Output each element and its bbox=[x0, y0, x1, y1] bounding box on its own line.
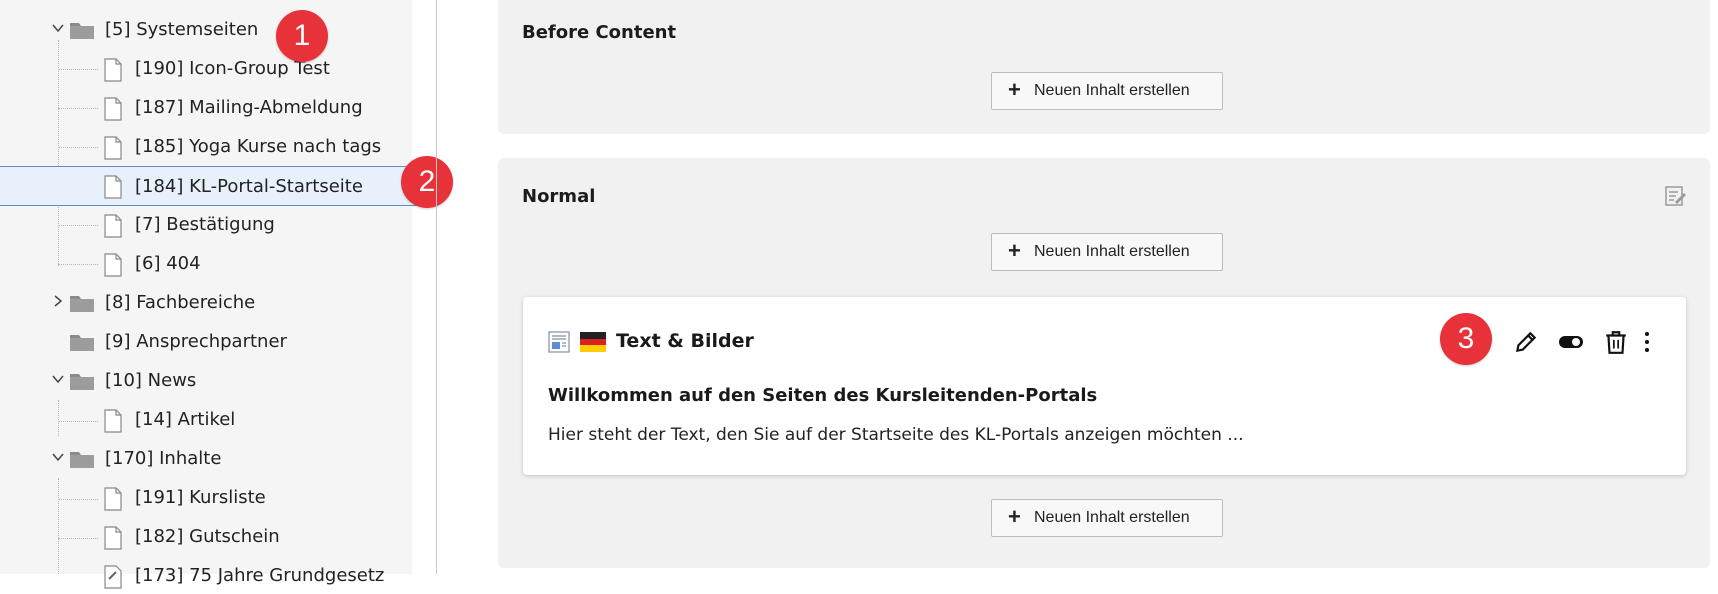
more-options-icon[interactable] bbox=[1639, 329, 1655, 355]
tree-item-label: [9] Ansprechpartner bbox=[105, 331, 287, 352]
new-content-button-bottom[interactable]: + Neuen Inhalt erstellen bbox=[991, 499, 1223, 537]
folder-icon bbox=[70, 296, 94, 312]
folder-icon bbox=[70, 23, 94, 39]
plus-icon: + bbox=[1008, 238, 1021, 263]
tree-divider bbox=[436, 0, 437, 574]
tree-item-partial[interactable] bbox=[0, 0, 436, 6]
plus-icon: + bbox=[1008, 77, 1021, 102]
tree-item-label: [5] Systemseiten bbox=[105, 19, 259, 40]
folder-icon bbox=[70, 452, 94, 468]
page-icon bbox=[104, 214, 122, 238]
annotation-badge-3: 3 bbox=[1440, 313, 1492, 365]
tree-item-label: [173] 75 Jahre Grundgesetz bbox=[135, 565, 385, 586]
chevron-down-icon[interactable] bbox=[52, 451, 64, 463]
tree-item-label: [182] Gutschein bbox=[135, 526, 280, 547]
tree-item-label: [170] Inhalte bbox=[105, 448, 222, 469]
edit-column-icon[interactable] bbox=[1664, 184, 1688, 208]
button-label: Neuen Inhalt erstellen bbox=[1034, 243, 1190, 260]
element-type-label: Text & Bilder bbox=[616, 330, 754, 352]
pencil-icon[interactable] bbox=[1513, 329, 1539, 355]
page-icon bbox=[104, 136, 122, 160]
page-icon bbox=[104, 58, 122, 82]
new-content-button-top[interactable]: + Neuen Inhalt erstellen bbox=[991, 233, 1223, 271]
chevron-down-icon[interactable] bbox=[52, 373, 64, 385]
trash-icon[interactable] bbox=[1603, 329, 1629, 355]
toggle-visibility-icon[interactable] bbox=[1558, 329, 1584, 355]
button-label: Neuen Inhalt erstellen bbox=[1034, 82, 1190, 99]
folder-icon bbox=[70, 374, 94, 390]
tree-item-bestaetigung[interactable]: [7] Bestätigung bbox=[0, 207, 436, 243]
tree-item-label: [6] 404 bbox=[135, 253, 201, 274]
folder-icon bbox=[70, 335, 94, 351]
tree-item-label: [7] Bestätigung bbox=[135, 214, 275, 235]
tree-item-label: [185] Yoga Kurse nach tags bbox=[135, 136, 382, 157]
tree-item-ansprechpartner[interactable]: [9] Ansprechpartner bbox=[0, 324, 436, 360]
page-icon bbox=[104, 487, 122, 511]
text-image-icon bbox=[548, 331, 570, 353]
page-icon bbox=[104, 409, 122, 433]
page-icon bbox=[104, 175, 122, 199]
tree-item-label: [8] Fachbereiche bbox=[105, 292, 256, 313]
tree-item-news[interactable]: [10] News bbox=[0, 363, 436, 399]
new-content-button[interactable]: + Neuen Inhalt erstellen bbox=[991, 72, 1223, 110]
tree-item-label: [191] Kursliste bbox=[135, 487, 266, 508]
tree-item-kursliste[interactable]: [191] Kursliste bbox=[0, 480, 436, 516]
before-content-panel: Before Content + Neuen Inhalt erstellen bbox=[498, 0, 1710, 134]
page-icon bbox=[104, 253, 122, 277]
page-icon bbox=[104, 97, 122, 121]
link-page-icon bbox=[104, 565, 122, 589]
tree-item-label: [10] News bbox=[105, 370, 197, 391]
tree-item-inhalte[interactable]: [170] Inhalte bbox=[0, 441, 436, 477]
content-element-card[interactable]: Text & Bilder 3 Willkommen auf den Seite… bbox=[523, 297, 1686, 475]
element-bodytext: Hier steht der Text, den Sie auf der Sta… bbox=[548, 425, 1244, 445]
tree-item-gutschein[interactable]: [182] Gutschein bbox=[0, 519, 436, 555]
plus-icon: + bbox=[1008, 504, 1021, 529]
tree-item-label: [14] Artikel bbox=[135, 409, 236, 430]
tree-item-yoga-kurse[interactable]: [185] Yoga Kurse nach tags bbox=[0, 129, 436, 165]
tree-item-artikel[interactable]: [14] Artikel bbox=[0, 402, 436, 438]
tree-item-grundgesetz[interactable]: [173] 75 Jahre Grundgesetz bbox=[0, 558, 436, 594]
element-headline: Willkommen auf den Seiten des Kursleiten… bbox=[548, 385, 1098, 406]
tree-item-icon-group-test[interactable]: [190] Icon-Group Test bbox=[0, 51, 436, 87]
button-label: Neuen Inhalt erstellen bbox=[1034, 509, 1190, 526]
tree-item-404[interactable]: [6] 404 bbox=[0, 246, 436, 282]
page-icon bbox=[104, 526, 122, 550]
tree-item-mailing-abmeldung[interactable]: [187] Mailing-Abmeldung bbox=[0, 90, 436, 126]
tree-item-fachbereiche[interactable]: [8] Fachbereiche bbox=[0, 285, 436, 321]
tree-item-systemseiten[interactable]: [5] Systemseiten bbox=[0, 12, 436, 48]
panel-title: Normal bbox=[522, 186, 596, 207]
annotation-badge-2: 2 bbox=[401, 156, 453, 208]
panel-title: Before Content bbox=[522, 22, 677, 43]
tree-item-kl-portal-startseite[interactable]: [184] KL-Portal-Startseite bbox=[0, 166, 436, 206]
chevron-right-icon[interactable] bbox=[52, 295, 64, 307]
annotation-badge-1: 1 bbox=[276, 10, 328, 62]
chevron-down-icon[interactable] bbox=[52, 22, 64, 34]
tree-item-label: [187] Mailing-Abmeldung bbox=[135, 97, 363, 118]
tree-item-label: [184] KL-Portal-Startseite bbox=[135, 176, 363, 197]
de-flag-icon bbox=[580, 332, 606, 352]
page-tree: [5] Systemseiten [190] Icon-Group Test [… bbox=[0, 0, 453, 589]
